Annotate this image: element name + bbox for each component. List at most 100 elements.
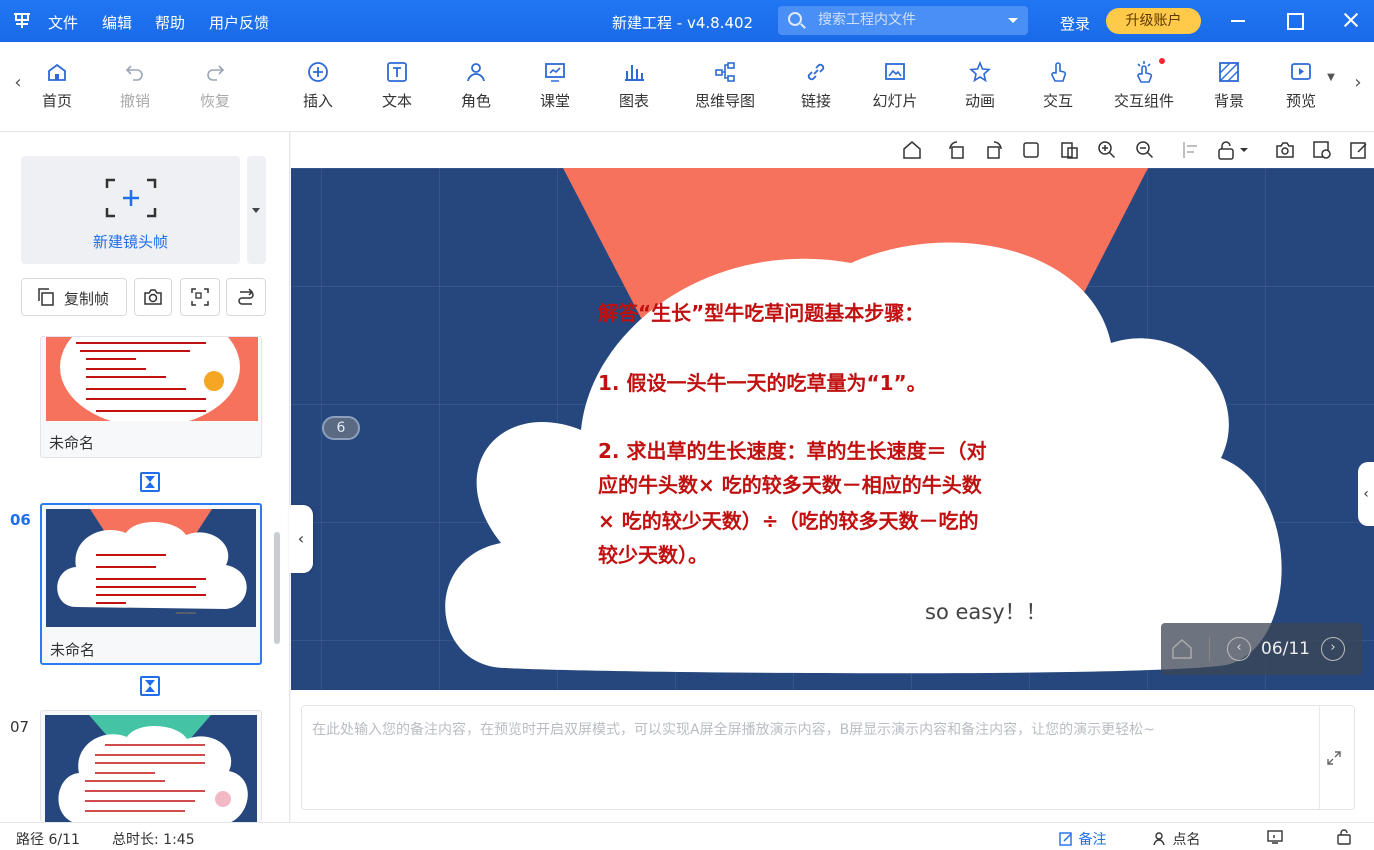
toolbar-label: 动画 xyxy=(964,92,995,110)
scan-frame-button[interactable] xyxy=(180,278,220,316)
menu-help[interactable]: 帮助 xyxy=(155,12,185,33)
copy-element-icon[interactable] xyxy=(1020,139,1042,161)
toolbar-scroll-left-icon[interactable]: ‹ xyxy=(10,72,26,102)
menu-edit[interactable]: 编辑 xyxy=(102,12,132,33)
toolbar-label: 幻灯片 xyxy=(872,92,918,110)
copy-icon xyxy=(38,288,54,306)
toolbar-label: 图表 xyxy=(618,92,649,110)
slide-step-2-line-4[interactable]: 较少天数）。 xyxy=(598,538,708,572)
notes-input[interactable] xyxy=(302,706,1320,809)
frame-thumbnail-5[interactable]: 未命名 xyxy=(40,336,262,458)
close-icon[interactable] xyxy=(1341,10,1361,30)
transition-icon[interactable] xyxy=(140,676,160,696)
toolbar-animation-button[interactable]: 动画 xyxy=(948,60,1012,120)
toolbar-redo-button[interactable]: 恢复 xyxy=(183,60,247,120)
frame-5-name: 未命名 xyxy=(49,434,95,452)
export-image-icon[interactable] xyxy=(1311,139,1333,161)
rollcall-button[interactable]: 点名 xyxy=(1152,829,1200,849)
toolbar-slides-button[interactable]: 幻灯片 xyxy=(863,60,927,120)
notes-toggle-button[interactable]: 备注 xyxy=(1058,829,1106,849)
maximize-icon[interactable] xyxy=(1284,10,1304,30)
plus-circle-icon xyxy=(308,62,328,82)
lock-screen-icon[interactable] xyxy=(1336,829,1354,849)
collapse-left-panel-icon[interactable]: ‹ xyxy=(289,505,313,573)
chart-icon xyxy=(625,65,644,81)
path-order-button[interactable] xyxy=(226,278,266,316)
lock-icon[interactable] xyxy=(1216,139,1250,161)
slide-heading[interactable]: 解答“生长”型牛吃草问题基本步骤： xyxy=(598,296,924,330)
page-indicator: 06/11 xyxy=(1261,639,1310,659)
preview-dropdown-icon[interactable]: ▼ xyxy=(1323,72,1339,102)
rotate-left-icon[interactable] xyxy=(946,139,968,161)
toolbar-label: 恢复 xyxy=(199,92,230,110)
frame-panel-scrollbar[interactable] xyxy=(274,532,280,644)
title-bar: 文件 编辑 帮助 用户反馈 新建工程 - v4.8.402 登录 升级账户 xyxy=(0,0,1374,42)
toolbar-scroll-right-icon[interactable]: › xyxy=(1350,72,1366,102)
next-page-icon[interactable]: › xyxy=(1321,637,1345,661)
expand-right-panel-icon[interactable]: ‹ xyxy=(1358,462,1374,526)
interaction-icon xyxy=(1051,62,1067,82)
rotate-right-icon[interactable] xyxy=(983,139,1005,161)
rollcall-label: 点名 xyxy=(1172,832,1201,848)
previous-page-icon[interactable]: ‹ xyxy=(1227,637,1251,661)
toolbar-undo-button[interactable]: 撤销 xyxy=(103,60,167,120)
toolbar-role-button[interactable]: 角色 xyxy=(444,60,508,120)
frame-6-name: 未命名 xyxy=(50,641,96,659)
login-link[interactable]: 登录 xyxy=(1060,13,1090,34)
slide-canvas[interactable]: 解答“生长”型牛吃草问题基本步骤： 1. 假设一头牛一天的吃草量为“1”。 2.… xyxy=(291,168,1374,690)
toolbar-home-button[interactable]: 首页 xyxy=(25,60,89,120)
align-left-icon xyxy=(1180,139,1202,161)
slides-icon xyxy=(885,63,905,80)
toolbar-interaction-component-button[interactable]: 交互组件 xyxy=(1105,58,1183,120)
slide-step-1[interactable]: 1. 假设一头牛一天的吃草量为“1”。 xyxy=(598,366,927,400)
toolbar-mindmap-button[interactable]: 思维导图 xyxy=(686,60,764,120)
slide-shapes xyxy=(445,168,1282,674)
search-icon xyxy=(788,12,802,26)
menu-file[interactable]: 文件 xyxy=(48,12,78,33)
path-status: 路径 6/11 xyxy=(16,832,80,848)
new-frame-button[interactable]: 新建镜头帧 xyxy=(21,156,240,264)
copy-frame-button[interactable]: 复制帧 xyxy=(21,278,127,316)
toolbar-label: 插入 xyxy=(302,92,333,110)
transition-icon[interactable] xyxy=(140,472,160,492)
toolbar-interaction-button[interactable]: 交互 xyxy=(1026,60,1090,120)
home-view-icon[interactable] xyxy=(901,139,923,161)
search-box[interactable] xyxy=(778,6,1028,35)
toolbar-chart-button[interactable]: 图表 xyxy=(602,60,666,120)
upgrade-button[interactable]: 升级账户 xyxy=(1106,8,1201,34)
toolbar-insert-button[interactable]: 插入 xyxy=(286,60,350,120)
toolbar-label: 撤销 xyxy=(119,92,150,110)
zoom-in-icon[interactable] xyxy=(1096,139,1118,161)
chevron-down-icon[interactable] xyxy=(1008,18,1018,23)
slide-step-2-line-3[interactable]: × 吃的较少天数）÷（吃的较多天数－吃的 xyxy=(598,504,978,538)
frame-thumbnail-7[interactable] xyxy=(40,710,262,823)
home-icon[interactable] xyxy=(1170,637,1194,661)
redo-icon xyxy=(207,65,225,81)
paste-icon[interactable] xyxy=(1058,139,1080,161)
notes-toggle-label: 备注 xyxy=(1078,832,1107,848)
notes-section xyxy=(291,690,1374,822)
toolbar-link-button[interactable]: 链接 xyxy=(784,60,848,120)
toolbar-classroom-button[interactable]: 课堂 xyxy=(523,60,587,120)
toolbar-background-button[interactable]: 背景 xyxy=(1197,60,1261,120)
frame-thumbnail-6[interactable]: 未命名 xyxy=(40,503,262,665)
toolbar-text-button[interactable]: 文本 xyxy=(365,60,429,120)
frame-panel: 新建镜头帧 复制帧 未命名 06 未命名 07 xyxy=(0,132,290,823)
zoom-out-icon[interactable] xyxy=(1134,139,1156,161)
slide-step-2-line-2[interactable]: 应的牛头数× 吃的较多天数－相应的牛头数 xyxy=(598,468,982,502)
screenshot-frame-button[interactable] xyxy=(134,278,172,316)
camera-capture-icon[interactable] xyxy=(1274,139,1296,161)
new-frame-dropdown[interactable] xyxy=(247,156,266,264)
search-input[interactable] xyxy=(818,10,998,30)
path-number-badge[interactable]: 6 xyxy=(322,416,360,440)
expand-icon[interactable] xyxy=(1326,750,1342,766)
edit-icon[interactable] xyxy=(1348,139,1370,161)
minimize-icon[interactable] xyxy=(1228,10,1248,30)
interaction-component-icon xyxy=(1137,61,1153,83)
toolbar-label: 课堂 xyxy=(539,92,570,110)
total-duration: 总时长: 1:45 xyxy=(112,832,195,848)
slide-step-2-line-1[interactable]: 2. 求出草的生长速度：草的生长速度＝（对 xyxy=(598,434,986,468)
screen-mode-icon[interactable] xyxy=(1266,829,1284,849)
menu-feedback[interactable]: 用户反馈 xyxy=(209,12,269,33)
slide-footer-text[interactable]: so easy！！ xyxy=(925,596,1047,626)
